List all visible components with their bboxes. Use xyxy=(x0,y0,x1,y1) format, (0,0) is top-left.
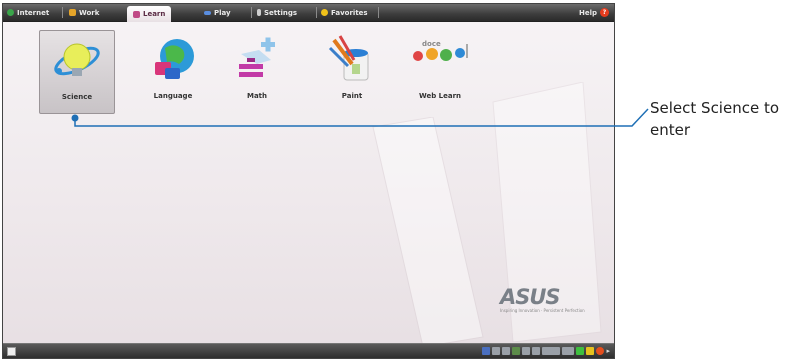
help-icon: ? xyxy=(600,8,609,17)
tab-play[interactable]: Play xyxy=(204,5,231,20)
math-icon xyxy=(239,37,275,77)
tab-learn[interactable]: Learn xyxy=(127,6,172,22)
tab-bar: Internet Work Learn Play Settings Favori… xyxy=(3,4,614,22)
learn-icon xyxy=(133,10,140,18)
tab-separator xyxy=(378,7,379,18)
briefcase-icon xyxy=(69,9,76,16)
volume-icon[interactable] xyxy=(532,347,541,355)
battery-icon[interactable] xyxy=(512,347,521,355)
help-button[interactable]: Help ? xyxy=(579,5,609,20)
gamepad-icon xyxy=(204,10,211,15)
tab-favorites[interactable]: Favorites xyxy=(321,5,368,20)
help-tray-icon[interactable] xyxy=(502,347,511,355)
tab-internet[interactable]: Internet xyxy=(7,5,49,20)
app-math[interactable]: Math xyxy=(220,30,294,112)
science-icon xyxy=(54,43,100,76)
globe-icon xyxy=(7,9,14,16)
wireless-icon[interactable] xyxy=(492,347,501,355)
tab-work[interactable]: Work xyxy=(69,5,99,20)
green-tray-icon[interactable] xyxy=(576,347,585,355)
keyboard-icon[interactable] xyxy=(522,347,531,355)
language-globe-icon xyxy=(155,39,194,79)
web-learn-logo-text: doce xyxy=(422,40,441,48)
app-language[interactable]: Language xyxy=(136,30,210,112)
date-display xyxy=(562,347,575,355)
settings-icon xyxy=(257,9,261,16)
network-icon[interactable] xyxy=(482,347,491,355)
asus-logo-text: ASUS xyxy=(500,285,561,309)
tab-separator xyxy=(62,7,63,18)
web-learn-icon: doce xyxy=(413,40,468,61)
start-button[interactable] xyxy=(7,347,16,356)
app-paint[interactable]: Paint xyxy=(315,30,389,112)
callout-label: Select Science to enter xyxy=(650,99,780,139)
system-tray: ▸ xyxy=(482,346,610,356)
taskbar: ▸ xyxy=(3,343,614,358)
app-web-learn[interactable]: doce Web Learn xyxy=(403,30,477,112)
clock-display xyxy=(542,347,561,355)
tab-settings[interactable]: Settings xyxy=(257,5,297,20)
learn-panel: Science Language Math Paint doce Web Lea… xyxy=(3,22,614,347)
tab-separator xyxy=(316,7,317,18)
desktop-screen: Internet Work Learn Play Settings Favori… xyxy=(2,3,615,359)
paint-icon xyxy=(328,35,369,81)
tray-arrow-icon[interactable]: ▸ xyxy=(606,347,610,355)
asus-logo: ASUS Inspiring Innovation · Persistent P… xyxy=(500,285,590,313)
power-icon[interactable] xyxy=(596,347,605,355)
app-science[interactable]: Science xyxy=(39,30,115,114)
star-icon xyxy=(321,9,328,16)
asus-tagline: Inspiring Innovation · Persistent Perfec… xyxy=(500,308,585,313)
yellow-tray-icon[interactable] xyxy=(586,347,595,355)
tab-separator xyxy=(251,7,252,18)
